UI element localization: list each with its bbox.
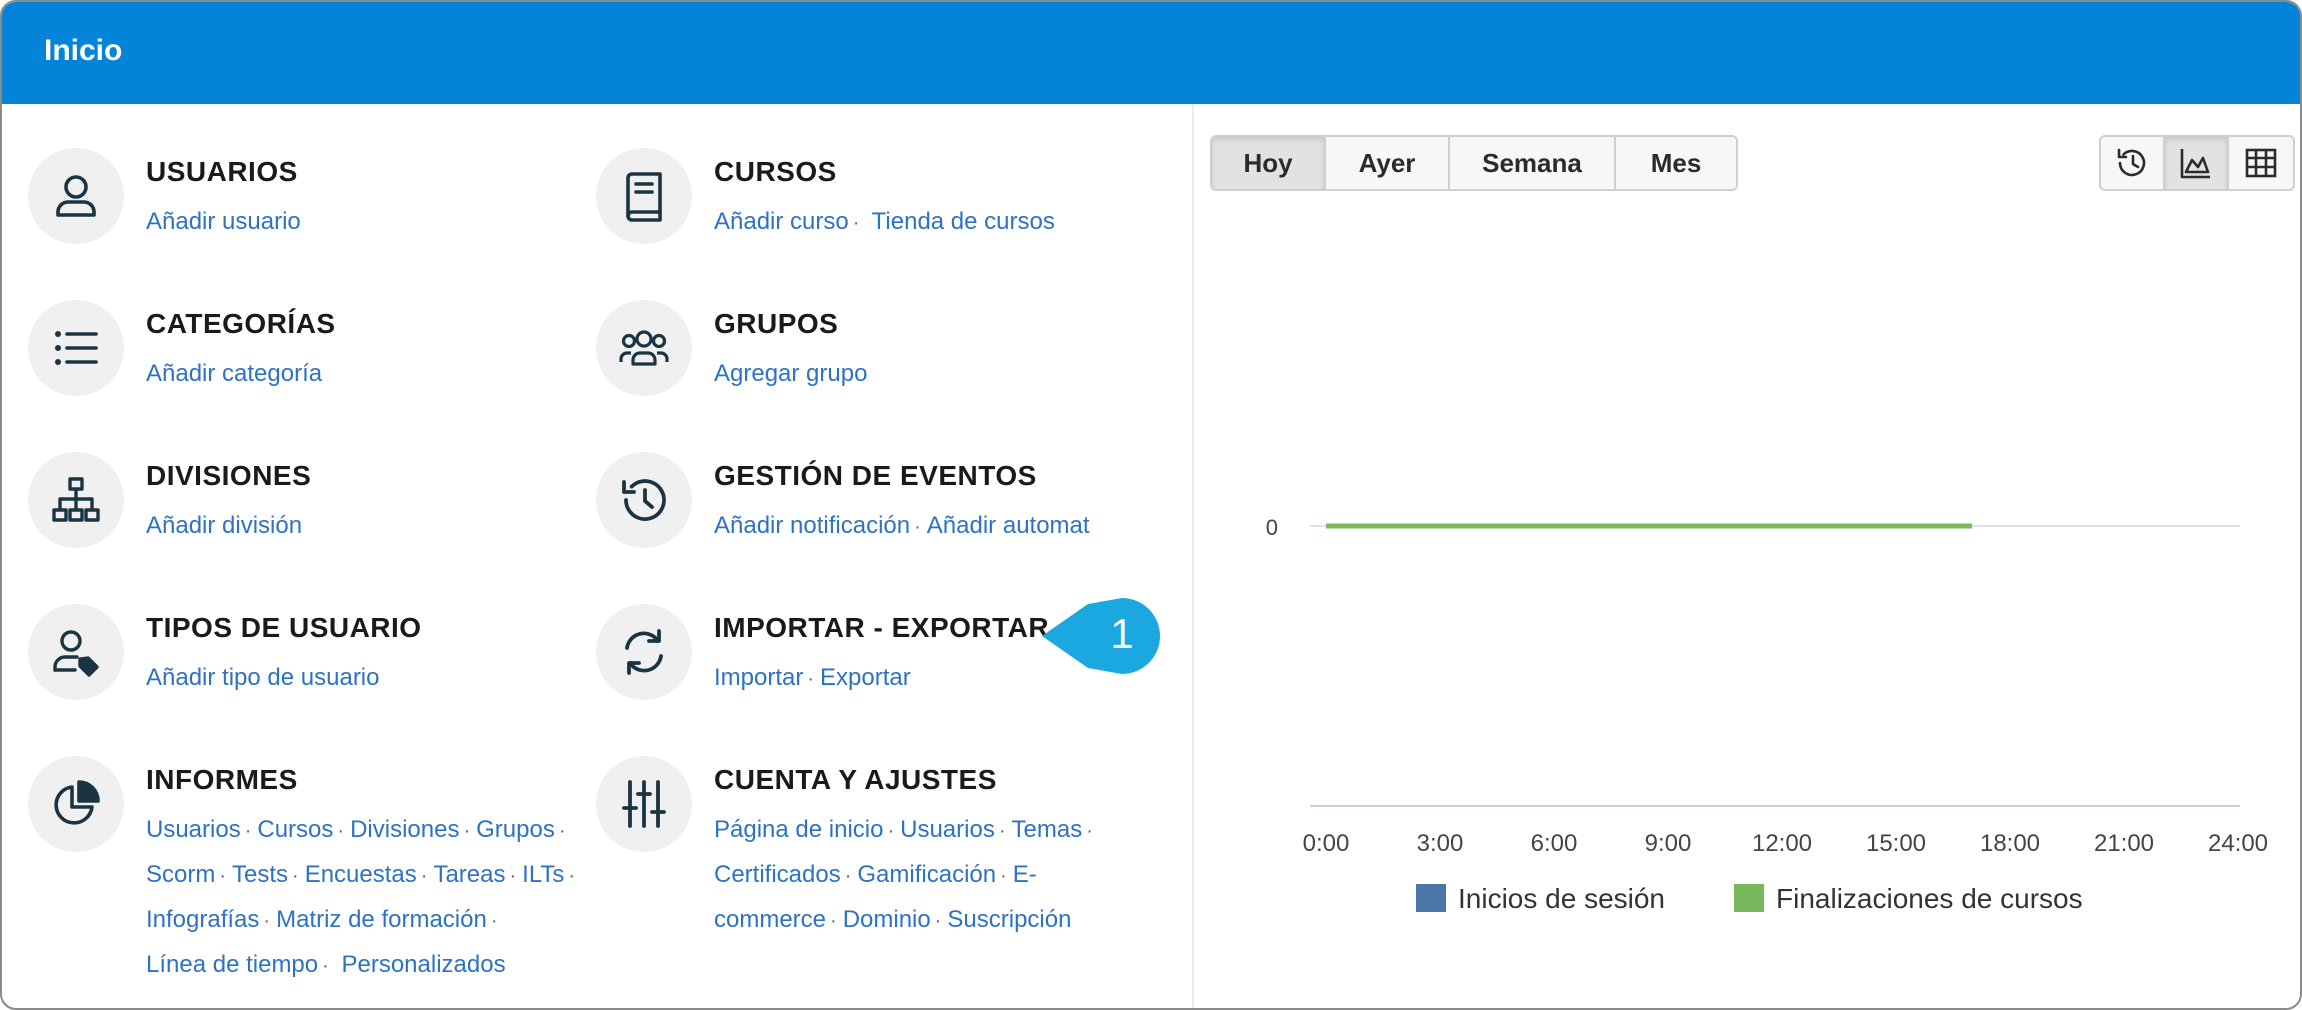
x-tick-label: 6:00 <box>1531 830 1578 857</box>
table-view-button[interactable] <box>2229 137 2293 189</box>
add-user-type-link[interactable]: Añadir tipo de usuario <box>146 664 379 691</box>
section-title[interactable]: IMPORTAR - EXPORTAR <box>714 612 1049 644</box>
report-link[interactable]: Tests <box>232 861 288 888</box>
activity-chart: 0 0:00 3:00 6:00 9:00 12:00 15:00 18:00 21:00 24:… <box>1266 515 2268 914</box>
settings-link[interactable]: E- <box>1013 861 1037 888</box>
legend-swatch <box>1734 884 1764 912</box>
add-user-link[interactable]: Añadir usuario <box>146 208 301 235</box>
history-view-button[interactable] <box>2101 137 2165 189</box>
legend-label: Finalizaciones de cursos <box>1776 883 2083 914</box>
section-title[interactable]: INFORMES <box>146 764 298 796</box>
list-icon[interactable] <box>28 300 124 396</box>
report-link[interactable]: Divisiones <box>350 816 459 843</box>
settings-link[interactable]: Página de inicio <box>714 816 883 843</box>
users-group-icon[interactable] <box>596 300 692 396</box>
x-tick-label: 3:00 <box>1417 830 1464 857</box>
range-week-button[interactable]: Semana <box>1450 137 1616 189</box>
section-title[interactable]: CUENTA Y AJUSTES <box>714 764 997 796</box>
settings-link[interactable]: Gamificación <box>857 861 996 888</box>
y-tick-label: 0 <box>1266 515 1278 540</box>
section-links: Añadir curso · Tienda de cursos <box>714 208 1055 235</box>
section-links: Añadir notificación · Añadir automat <box>714 512 1090 539</box>
page-title: Inicio <box>44 34 123 67</box>
legend-swatch <box>1416 884 1446 912</box>
section-links: Importar · Exportar <box>714 664 911 691</box>
x-tick-label: 21:00 <box>2094 830 2154 857</box>
org-chart-icon[interactable] <box>28 452 124 548</box>
section-title[interactable]: CATEGORÍAS <box>146 308 336 340</box>
section-title[interactable]: GESTIÓN DE EVENTOS <box>714 460 1037 492</box>
callout-number: 1 <box>1110 610 1133 657</box>
section-links: Añadir usuario <box>146 200 301 243</box>
add-division-link[interactable]: Añadir división <box>146 512 302 539</box>
area-chart-view-button[interactable] <box>2165 137 2229 189</box>
report-link[interactable]: Personalizados <box>341 951 505 978</box>
report-link[interactable]: Tareas <box>433 861 505 888</box>
range-yesterday-button[interactable]: Ayer <box>1326 137 1450 189</box>
report-link[interactable]: Grupos <box>476 816 555 843</box>
section-links: Añadir categoría <box>146 352 322 395</box>
user-icon[interactable] <box>28 148 124 244</box>
x-tick-label: 9:00 <box>1645 830 1692 857</box>
add-automation-link[interactable]: Añadir automat <box>927 512 1090 539</box>
section-links: Añadir tipo de usuario <box>146 656 379 699</box>
add-group-link[interactable]: Agregar grupo <box>714 360 867 387</box>
range-month-button[interactable]: Mes <box>1616 137 1736 189</box>
add-notification-link[interactable]: Añadir notificación <box>714 512 910 539</box>
report-link[interactable]: Línea de tiempo <box>146 951 318 978</box>
section-title[interactable]: USUARIOS <box>146 156 298 188</box>
report-link[interactable]: Cursos <box>257 816 333 843</box>
time-range-selector: Hoy Ayer Semana Mes <box>1210 135 1738 191</box>
section-title[interactable]: GRUPOS <box>714 308 838 340</box>
section-links: Página de inicio · Usuarios · Temas · Certifi… <box>714 816 1093 933</box>
legend-label: Inicios de sesión <box>1458 883 1665 914</box>
report-link[interactable]: Scorm <box>146 861 215 888</box>
report-link[interactable]: Encuestas <box>305 861 417 888</box>
section-links: Agregar grupo <box>714 352 867 395</box>
table-icon <box>2245 148 2277 178</box>
history-icon[interactable] <box>596 452 692 548</box>
report-link[interactable]: Usuarios <box>146 816 241 843</box>
sync-icon[interactable] <box>596 604 692 700</box>
area-chart-icon <box>2180 149 2210 179</box>
callout-badge: 1 <box>1042 598 1160 674</box>
settings-link[interactable]: Suscripción <box>947 906 1071 933</box>
x-tick-label: 12:00 <box>1752 830 1812 857</box>
settings-link[interactable]: Certificados <box>714 861 841 888</box>
x-tick-label: 15:00 <box>1866 830 1926 857</box>
x-tick-label: 24:00 <box>2208 830 2268 857</box>
user-tag-icon[interactable] <box>28 604 124 700</box>
header-bar: Inicio <box>2 2 2300 104</box>
settings-link[interactable]: Usuarios <box>900 816 995 843</box>
view-selector <box>2099 135 2295 191</box>
book-icon[interactable] <box>596 148 692 244</box>
section-title[interactable]: DIVISIONES <box>146 460 311 492</box>
section-title[interactable]: CURSOS <box>714 156 837 188</box>
report-link[interactable]: ILTs <box>522 861 564 888</box>
report-link[interactable]: Matriz de formación <box>276 906 487 933</box>
x-tick-label: 0:00 <box>1303 830 1350 857</box>
section-links: Usuarios · Cursos · Divisiones · Grupos · Scorm… <box>146 816 576 978</box>
x-tick-label: 18:00 <box>1980 830 2040 857</box>
sliders-icon[interactable] <box>596 756 692 852</box>
course-store-link[interactable]: Tienda de cursos <box>872 208 1055 235</box>
dashboard-window: Inicio USUARIOS Añadir usuario CATEGORÍA… <box>0 0 2302 1010</box>
settings-link[interactable]: Temas <box>1012 816 1083 843</box>
pie-chart-icon[interactable] <box>28 756 124 852</box>
settings-link[interactable]: Dominio <box>843 906 931 933</box>
export-link[interactable]: Exportar <box>820 664 911 691</box>
range-today-button[interactable]: Hoy <box>1212 137 1326 189</box>
settings-link[interactable]: commerce <box>714 906 826 933</box>
history-icon <box>2117 148 2146 177</box>
add-category-link[interactable]: Añadir categoría <box>146 360 322 387</box>
section-title[interactable]: TIPOS DE USUARIO <box>146 612 422 644</box>
section-links: Añadir división <box>146 504 302 547</box>
add-course-link[interactable]: Añadir curso <box>714 208 849 235</box>
report-link[interactable]: Infografías <box>146 906 259 933</box>
column-divider <box>1192 104 1194 1008</box>
import-link[interactable]: Importar <box>714 664 803 691</box>
